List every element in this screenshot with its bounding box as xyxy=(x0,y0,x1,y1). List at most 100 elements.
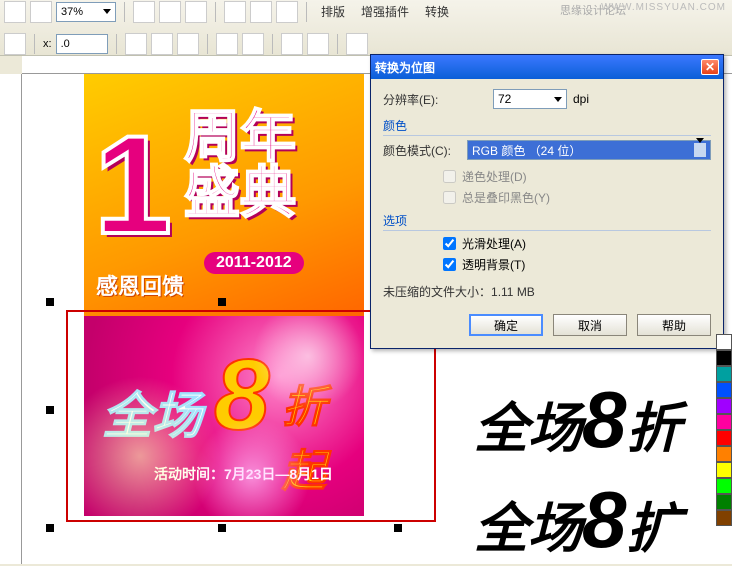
swatch[interactable] xyxy=(716,510,732,526)
tool-row2-8[interactable] xyxy=(307,33,329,55)
swatch[interactable] xyxy=(716,494,732,510)
separator xyxy=(207,34,208,54)
poster-top: 1 周年 盛典 2011-2012 感恩回馈 xyxy=(84,74,364,316)
x-field[interactable]: .0 xyxy=(56,34,108,54)
separator xyxy=(306,2,307,22)
poster-anniversary: 周年 盛典 xyxy=(184,109,364,221)
selection-handle[interactable] xyxy=(218,524,226,532)
tool-row2-6[interactable] xyxy=(242,33,264,55)
swatch[interactable] xyxy=(716,366,732,382)
dither-checkbox: 递色处理(D) xyxy=(443,168,711,185)
swatch[interactable] xyxy=(716,382,732,398)
swatch[interactable] xyxy=(716,478,732,494)
poster-big-one: 1 xyxy=(94,104,172,266)
swatch[interactable] xyxy=(716,398,732,414)
zoom-value: 37% xyxy=(61,6,83,18)
tool-icon-4[interactable] xyxy=(159,1,181,23)
swatch[interactable] xyxy=(716,430,732,446)
color-mode-label: 颜色模式(C): xyxy=(383,142,461,159)
transparent-checkbox[interactable]: 透明背景(T) xyxy=(443,256,711,273)
selection-handle[interactable] xyxy=(394,524,402,532)
tool-icon-7[interactable] xyxy=(250,1,272,23)
ok-button[interactable]: 确定 xyxy=(469,314,543,336)
menu-plugin[interactable]: 增强插件 xyxy=(355,1,415,22)
text-part: 全场 xyxy=(474,399,582,459)
color-mode-value: RGB 颜色 （24 位） xyxy=(472,142,581,159)
resolution-value: 72 xyxy=(498,92,511,106)
separator xyxy=(124,2,125,22)
filesize-value: 1.11 MB xyxy=(491,285,535,299)
text-part: 全场 xyxy=(474,499,582,559)
canvas-text-2[interactable]: 全场8扩 xyxy=(474,474,681,566)
resolution-unit: dpi xyxy=(573,92,589,106)
checkbox-icon xyxy=(443,191,456,204)
close-button[interactable]: ✕ xyxy=(701,59,719,75)
tool-icon-6[interactable] xyxy=(224,1,246,23)
tool-row2-7[interactable] xyxy=(281,33,303,55)
menu-convert[interactable]: 转换 xyxy=(419,1,455,22)
separator xyxy=(272,34,273,54)
poster-year-range: 2011-2012 xyxy=(204,252,304,274)
filesize-row: 未压缩的文件大小：1.11 MB xyxy=(383,283,711,300)
tool-icon-8[interactable] xyxy=(276,1,298,23)
tool-row2-4[interactable] xyxy=(177,33,199,55)
poster-thanks: 感恩回馈 xyxy=(96,269,184,301)
watermark-site: WWW.MISSYUAN.COM xyxy=(601,2,726,13)
tool-icon-3[interactable] xyxy=(133,1,155,23)
tool-icon-1[interactable] xyxy=(4,1,26,23)
dither-label: 递色处理(D) xyxy=(462,168,527,185)
transparent-label: 透明背景(T) xyxy=(462,256,525,273)
tool-row2-9[interactable] xyxy=(346,33,368,55)
color-mode-select[interactable]: RGB 颜色 （24 位） xyxy=(467,140,711,160)
color-palette xyxy=(716,334,732,526)
swatch[interactable] xyxy=(716,334,732,350)
tool-row2-2[interactable] xyxy=(125,33,147,55)
separator xyxy=(34,34,35,54)
tool-row2-5[interactable] xyxy=(216,33,238,55)
tool-row2-1[interactable] xyxy=(4,33,26,55)
group-options: 选项 xyxy=(383,212,711,231)
menu-layout[interactable]: 排版 xyxy=(315,1,351,22)
selection-handle[interactable] xyxy=(46,298,54,306)
selection-handle[interactable] xyxy=(46,406,54,414)
group-color: 颜色 xyxy=(383,117,711,136)
tool-icon-5[interactable] xyxy=(185,1,207,23)
chevron-down-icon xyxy=(554,97,562,102)
antialias-checkbox[interactable]: 光滑处理(A) xyxy=(443,235,711,252)
swatch[interactable] xyxy=(716,414,732,430)
checkbox-icon xyxy=(443,170,456,183)
dialog-titlebar[interactable]: 转换为位图 ✕ xyxy=(371,55,723,79)
canvas-text-1[interactable]: 全场8折 xyxy=(474,374,681,466)
dialog-title: 转换为位图 xyxy=(375,59,435,76)
checkbox-icon[interactable] xyxy=(443,258,456,271)
chevron-down-icon xyxy=(696,138,704,157)
resolution-input[interactable]: 72 xyxy=(493,89,567,109)
swatch[interactable] xyxy=(716,446,732,462)
text-part: 8 xyxy=(582,375,627,464)
cancel-button[interactable]: 取消 xyxy=(553,314,627,336)
swatch[interactable] xyxy=(716,462,732,478)
help-button[interactable]: 帮助 xyxy=(637,314,711,336)
text-part: 折 xyxy=(627,399,681,459)
antialias-label: 光滑处理(A) xyxy=(462,235,526,252)
swatch[interactable] xyxy=(716,350,732,366)
zoom-dropdown[interactable]: 37% xyxy=(56,2,116,22)
separator xyxy=(337,34,338,54)
filesize-label: 未压缩的文件大小： xyxy=(383,285,491,299)
selection-handle[interactable] xyxy=(218,298,226,306)
separator xyxy=(116,34,117,54)
dialog-body: 分辨率(E): 72 dpi 颜色 颜色模式(C): RGB 颜色 （24 位）… xyxy=(371,79,723,348)
text-part: 8 xyxy=(582,475,627,564)
chevron-down-icon xyxy=(103,9,111,14)
blackover-checkbox: 总是叠印黑色(Y) xyxy=(443,189,711,206)
separator xyxy=(215,2,216,22)
tool-icon-2[interactable] xyxy=(30,1,52,23)
text-part: 扩 xyxy=(627,499,681,559)
convert-to-bitmap-dialog: 转换为位图 ✕ 分辨率(E): 72 dpi 颜色 颜色模式(C): RGB 颜… xyxy=(370,54,724,349)
resolution-label: 分辨率(E): xyxy=(383,91,461,108)
checkbox-icon[interactable] xyxy=(443,237,456,250)
blackover-label: 总是叠印黑色(Y) xyxy=(462,189,550,206)
tool-row2-3[interactable] xyxy=(151,33,173,55)
ruler-vertical xyxy=(0,74,22,564)
selection-handle[interactable] xyxy=(46,524,54,532)
